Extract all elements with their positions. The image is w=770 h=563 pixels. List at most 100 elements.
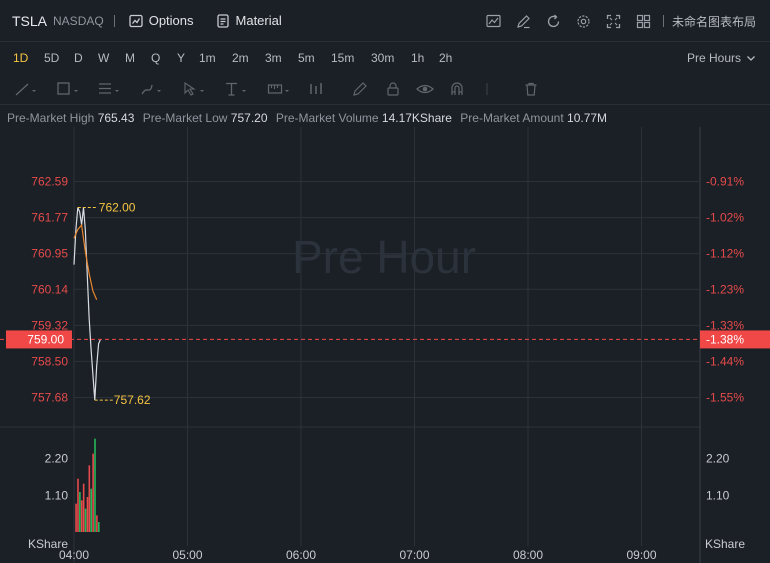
settings-icon[interactable]: [569, 14, 599, 29]
price-tick-label: 757.68: [31, 391, 68, 405]
interval-2m[interactable]: 2m: [232, 51, 249, 65]
top-bar: TSLA NASDAQ Options Material 未命名图表布局: [0, 0, 770, 42]
document-icon: [216, 13, 229, 28]
drawing-toolbar: [0, 73, 770, 105]
divider: [662, 15, 664, 27]
interval-1h[interactable]: 1h: [411, 51, 424, 65]
high-value: 765.43: [97, 111, 135, 125]
volume-tick-label: 1.10: [45, 488, 69, 502]
amount-value: 10.77M: [567, 111, 608, 125]
high-marker-label: 762.00: [99, 200, 136, 214]
chart-type-icon[interactable]: [479, 14, 509, 29]
volume-bar: [94, 438, 96, 532]
low-value: 757.20: [230, 111, 268, 125]
text-tool-icon[interactable]: [224, 79, 250, 99]
time-tick-label: 07:00: [399, 548, 429, 562]
interval-15m[interactable]: 15m: [331, 51, 354, 65]
interval-year[interactable]: Y: [177, 51, 185, 65]
low-marker-label: 757.62: [114, 393, 151, 407]
volume-bar: [92, 453, 94, 532]
amount-label: Pre-Market Amount: [460, 111, 564, 125]
volume-bar: [79, 492, 81, 532]
time-tick-label: 06:00: [286, 548, 316, 562]
interval-week[interactable]: W: [98, 51, 109, 65]
percent-tick-label: -1.44%: [706, 354, 744, 368]
measure-icon[interactable]: [267, 79, 293, 99]
price-tick-label: 760.14: [31, 282, 68, 296]
price-chart[interactable]: Pre Hour 762.59 -0.91% 761.77 -1.02% 760.95 -…: [0, 127, 770, 563]
interval-1d[interactable]: 1D: [13, 51, 28, 65]
volume-bar: [88, 465, 91, 532]
price-tick-label: 758.50: [31, 354, 68, 368]
interval-bar: 1D 5D D W M Q Y 1m 2m 3m 5m 15m 30m 1h 2…: [0, 43, 770, 73]
high-label: Pre-Market High: [7, 111, 95, 125]
rectangle-icon[interactable]: [56, 79, 82, 99]
price-tick-label: 762.59: [31, 175, 68, 189]
arrow-cursor-icon[interactable]: [182, 79, 208, 99]
options-label: Options: [148, 13, 194, 28]
price-tick-label: 760.95: [31, 247, 68, 261]
percent-tick-label: -0.91%: [706, 175, 744, 189]
time-tick-label: 04:00: [59, 548, 89, 562]
volume-bar: [80, 500, 83, 532]
divider: [485, 79, 489, 99]
interval-5d[interactable]: 5D: [44, 51, 59, 65]
options-button[interactable]: Options: [129, 13, 194, 28]
chart-grid: [0, 127, 701, 563]
fullscreen-icon[interactable]: [599, 14, 629, 29]
price-tick-label: 759.32: [31, 318, 68, 332]
eye-icon[interactable]: [416, 79, 434, 99]
trend-line-icon[interactable]: [14, 79, 38, 99]
time-tick-label: 08:00: [513, 548, 543, 562]
layout-name[interactable]: 未命名图表布局: [672, 13, 756, 30]
interval-2h[interactable]: 2h: [439, 51, 452, 65]
top-tools: 未命名图表布局: [479, 0, 770, 42]
magnet-icon[interactable]: [449, 79, 465, 99]
interval-5m[interactable]: 5m: [298, 51, 315, 65]
interval-30m[interactable]: 30m: [371, 51, 394, 65]
interval-quarter[interactable]: Q: [151, 51, 160, 65]
chevron-down-icon: [747, 56, 755, 61]
lock-icon[interactable]: [385, 79, 401, 99]
volume-value: 14.17KShare: [381, 111, 452, 125]
current-price-value: 759.00: [27, 332, 64, 346]
interval-3m[interactable]: 3m: [265, 51, 282, 65]
volume-bar: [97, 522, 100, 532]
interval-day[interactable]: D: [74, 51, 83, 65]
trash-icon[interactable]: [523, 79, 539, 99]
session-dropdown[interactable]: Pre Hours: [687, 43, 756, 73]
percent-tick-label: -1.02%: [706, 211, 744, 225]
low-label: Pre-Market Low: [142, 111, 228, 125]
volume-tick-label: 2.20: [706, 452, 730, 466]
pre-market-stats: Pre-Market High 765.43 Pre-Market Low 75…: [7, 111, 612, 125]
exchange-name: NASDAQ: [53, 13, 104, 28]
layout-grid-icon[interactable]: [629, 14, 659, 29]
divider: [113, 14, 115, 27]
percent-tick-label: -1.23%: [706, 282, 744, 296]
material-button[interactable]: Material: [216, 13, 282, 28]
material-label: Material: [235, 13, 282, 28]
pencil-icon[interactable]: [352, 79, 368, 99]
symbol-name[interactable]: TSLA: [12, 13, 47, 29]
time-tick-label: 05:00: [172, 548, 202, 562]
volume-label: Pre-Market Volume: [275, 111, 379, 125]
refresh-icon[interactable]: [539, 14, 569, 29]
time-tick-label: 09:00: [626, 548, 656, 562]
interval-1m[interactable]: 1m: [199, 51, 216, 65]
volume-bars: [75, 438, 100, 532]
brush-icon[interactable]: [139, 79, 165, 99]
volume-bar: [77, 478, 79, 532]
session-label: Pre Hours: [686, 51, 741, 65]
price-tick-label: 761.77: [31, 211, 68, 225]
options-icon: [129, 14, 143, 27]
current-percent-value: -1.38%: [706, 332, 744, 346]
bar-pattern-icon[interactable]: [308, 79, 324, 99]
percent-tick-label: -1.33%: [706, 318, 744, 332]
interval-month[interactable]: M: [125, 51, 135, 65]
edit-icon[interactable]: [509, 14, 539, 29]
volume-bar: [82, 483, 85, 532]
percent-tick-label: -1.12%: [706, 247, 744, 261]
fibonacci-icon[interactable]: [97, 79, 123, 99]
percent-tick-label: -1.55%: [706, 391, 744, 405]
volume-unit-label: KShare: [705, 537, 745, 551]
